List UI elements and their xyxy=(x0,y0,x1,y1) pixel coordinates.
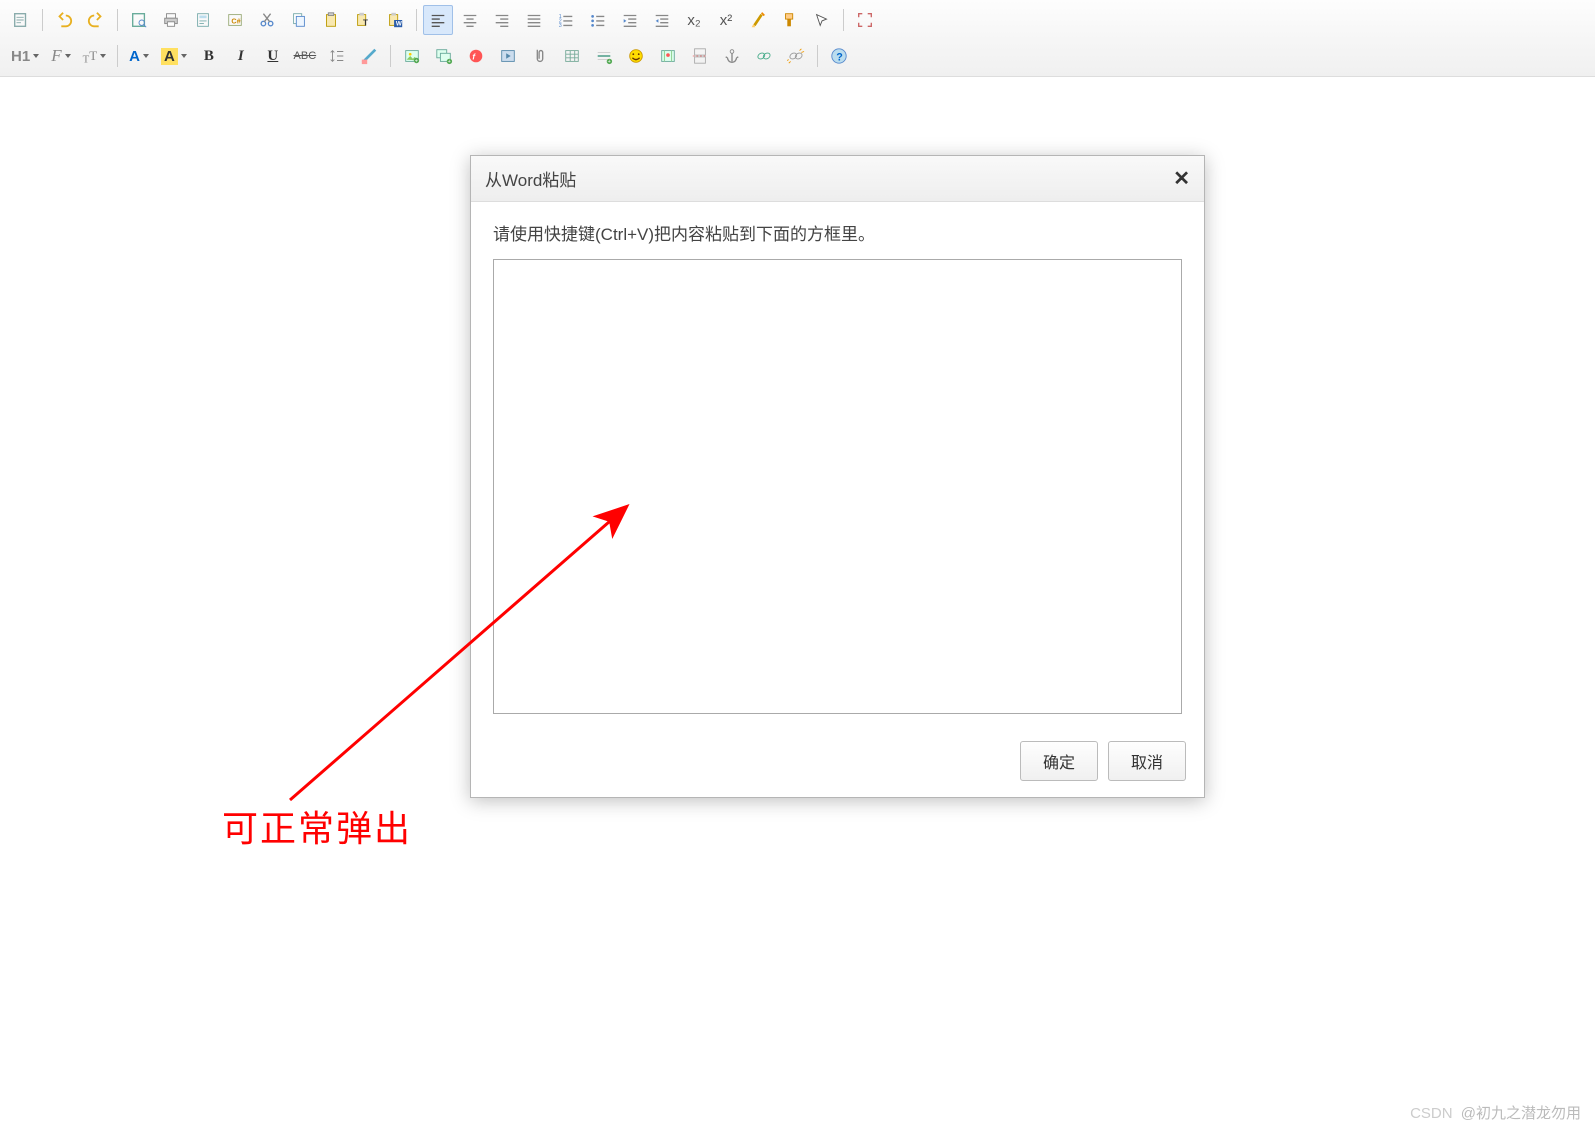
file-icon[interactable] xyxy=(525,41,555,71)
watermark-source: CSDN xyxy=(1410,1105,1453,1122)
svg-text:T: T xyxy=(363,18,368,27)
map-icon[interactable] xyxy=(653,41,683,71)
toolbar-row-1: C# T W 123 x₂ x² xyxy=(6,3,1589,37)
forecolor-dropdown[interactable]: A xyxy=(124,41,154,71)
about-icon[interactable]: ? xyxy=(824,41,854,71)
media-icon[interactable] xyxy=(493,41,523,71)
italic-button[interactable]: I xyxy=(226,41,256,71)
dialog-titlebar[interactable]: 从Word粘贴 ✕ xyxy=(471,156,1204,202)
heading-dropdown[interactable]: H1 xyxy=(6,41,44,71)
annotation-text: 可正常弹出 xyxy=(222,800,412,852)
svg-text:+: + xyxy=(447,59,450,65)
multiimage-icon[interactable]: + xyxy=(429,41,459,71)
fullscreen-icon[interactable] xyxy=(850,5,880,35)
svg-text:W: W xyxy=(396,20,402,27)
align-center-icon[interactable] xyxy=(455,5,485,35)
dialog-footer: 确定 取消 xyxy=(471,729,1204,797)
preview-icon[interactable] xyxy=(124,5,154,35)
separator xyxy=(117,9,118,31)
fontname-dropdown[interactable]: F xyxy=(46,41,75,71)
svg-text:C#: C# xyxy=(231,17,240,26)
pagebreak-icon[interactable] xyxy=(685,41,715,71)
removeformat-icon[interactable] xyxy=(354,41,384,71)
superscript-icon[interactable]: x² xyxy=(711,5,741,35)
table-icon[interactable] xyxy=(557,41,587,71)
svg-text:3: 3 xyxy=(559,23,562,29)
svg-text:?: ? xyxy=(836,52,843,64)
dialog-message: 请使用快捷键(Ctrl+V)把内容粘贴到下面的方框里。 xyxy=(493,220,1182,245)
separator xyxy=(390,45,391,67)
dialog-body: 请使用快捷键(Ctrl+V)把内容粘贴到下面的方框里。 xyxy=(471,202,1204,729)
paste-from-word-dialog: 从Word粘贴 ✕ 请使用快捷键(Ctrl+V)把内容粘贴到下面的方框里。 确定… xyxy=(470,155,1205,798)
separator xyxy=(42,9,43,31)
align-right-icon[interactable] xyxy=(487,5,517,35)
flash-icon[interactable]: f xyxy=(461,41,491,71)
lineheight-icon[interactable] xyxy=(322,41,352,71)
undo-icon[interactable] xyxy=(49,5,79,35)
fontsize-label: T xyxy=(89,48,97,64)
source-icon[interactable] xyxy=(6,5,36,35)
code-icon[interactable]: C# xyxy=(220,5,250,35)
indent-icon[interactable] xyxy=(615,5,645,35)
cancel-button[interactable]: 取消 xyxy=(1108,741,1186,781)
hr-icon[interactable]: + xyxy=(589,41,619,71)
strikethrough-button[interactable]: ABC xyxy=(290,41,320,71)
template-icon[interactable] xyxy=(188,5,218,35)
fontname-label: F xyxy=(51,46,61,66)
quickformat-icon[interactable] xyxy=(775,5,805,35)
select-all-icon[interactable] xyxy=(807,5,837,35)
close-icon[interactable]: ✕ xyxy=(1173,166,1190,191)
align-justify-icon[interactable] xyxy=(519,5,549,35)
link-icon[interactable] xyxy=(749,41,779,71)
forecolor-label: A xyxy=(129,48,140,65)
toolbar-row-2: H1 F TT A A B I U ABC + + f + ? xyxy=(6,39,1589,73)
separator xyxy=(117,45,118,67)
bold-button[interactable]: B xyxy=(194,41,224,71)
separator xyxy=(843,9,844,31)
watermark-author: @初九之潜龙勿用 xyxy=(1461,1105,1581,1122)
copy-icon[interactable] xyxy=(284,5,314,35)
heading-label: H1 xyxy=(11,48,30,65)
svg-text:+: + xyxy=(415,58,418,64)
anchor-icon[interactable] xyxy=(717,41,747,71)
paste-word-icon[interactable]: W xyxy=(380,5,410,35)
paste-text-icon[interactable]: T xyxy=(348,5,378,35)
redo-icon[interactable] xyxy=(81,5,111,35)
dialog-title: 从Word粘贴 xyxy=(485,166,576,191)
backcolor-dropdown[interactable]: A xyxy=(156,41,192,71)
align-left-icon[interactable] xyxy=(423,5,453,35)
paste-icon[interactable] xyxy=(316,5,346,35)
svg-text:+: + xyxy=(607,59,610,65)
separator xyxy=(817,45,818,67)
underline-button[interactable]: U xyxy=(258,41,288,71)
print-icon[interactable] xyxy=(156,5,186,35)
backcolor-label: A xyxy=(161,48,178,65)
editor-toolbar: C# T W 123 x₂ x² H1 F TT A A B I U ABC xyxy=(0,0,1595,77)
ordered-list-icon[interactable]: 123 xyxy=(551,5,581,35)
cut-icon[interactable] xyxy=(252,5,282,35)
emoticons-icon[interactable] xyxy=(621,41,651,71)
fontsize-dropdown[interactable]: TT xyxy=(78,41,112,71)
image-icon[interactable]: + xyxy=(397,41,427,71)
clear-format-icon[interactable] xyxy=(743,5,773,35)
paste-textarea[interactable] xyxy=(493,259,1182,714)
unordered-list-icon[interactable] xyxy=(583,5,613,35)
separator xyxy=(416,9,417,31)
outdent-icon[interactable] xyxy=(647,5,677,35)
ok-button[interactable]: 确定 xyxy=(1020,741,1098,781)
subscript-icon[interactable]: x₂ xyxy=(679,5,709,35)
unlink-icon[interactable] xyxy=(781,41,811,71)
watermark: CSDN @初九之潜龙勿用 xyxy=(1410,1102,1581,1123)
